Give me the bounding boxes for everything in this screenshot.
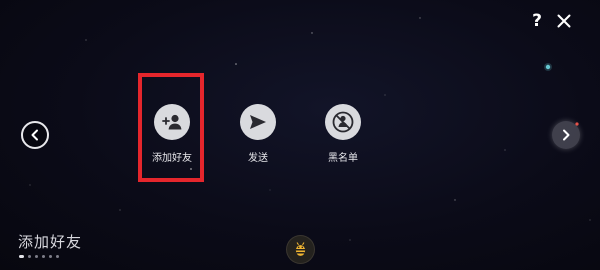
add-user-icon (162, 114, 182, 130)
page-dot (35, 255, 38, 258)
app-logo-button[interactable] (287, 236, 314, 263)
page-indicator (19, 255, 59, 258)
add-friend-button[interactable] (154, 104, 190, 140)
help-button[interactable]: ? (526, 10, 548, 32)
close-button[interactable] (553, 10, 575, 32)
send-label: 发送 (248, 153, 268, 164)
chevron-left-icon (31, 129, 38, 141)
blacklist-icon (332, 111, 354, 133)
blacklist-action[interactable]: 黑名单 (308, 104, 378, 164)
send-action[interactable]: 发送 (223, 104, 293, 164)
page-dot-active (19, 255, 24, 258)
send-icon (250, 115, 266, 129)
share-screen: ? 添加好友 发送 黑名单 添加好友 (0, 0, 600, 270)
previous-page-button[interactable] (21, 121, 49, 149)
add-friend-action[interactable]: 添加好友 (137, 104, 207, 164)
bee-logo-icon (295, 242, 306, 256)
page-title: 添加好友 (18, 233, 83, 251)
page-dot (28, 255, 31, 258)
blacklist-button[interactable] (325, 104, 361, 140)
add-friend-label: 添加好友 (152, 153, 192, 164)
send-button[interactable] (240, 104, 276, 140)
close-icon (557, 14, 571, 28)
page-dot (49, 255, 52, 258)
page-dot (42, 255, 45, 258)
page-dot (56, 255, 59, 258)
blacklist-label: 黑名单 (328, 153, 358, 164)
next-page-button[interactable] (552, 121, 580, 149)
chevron-right-icon (563, 129, 570, 141)
starfield-background (29, 17, 591, 241)
